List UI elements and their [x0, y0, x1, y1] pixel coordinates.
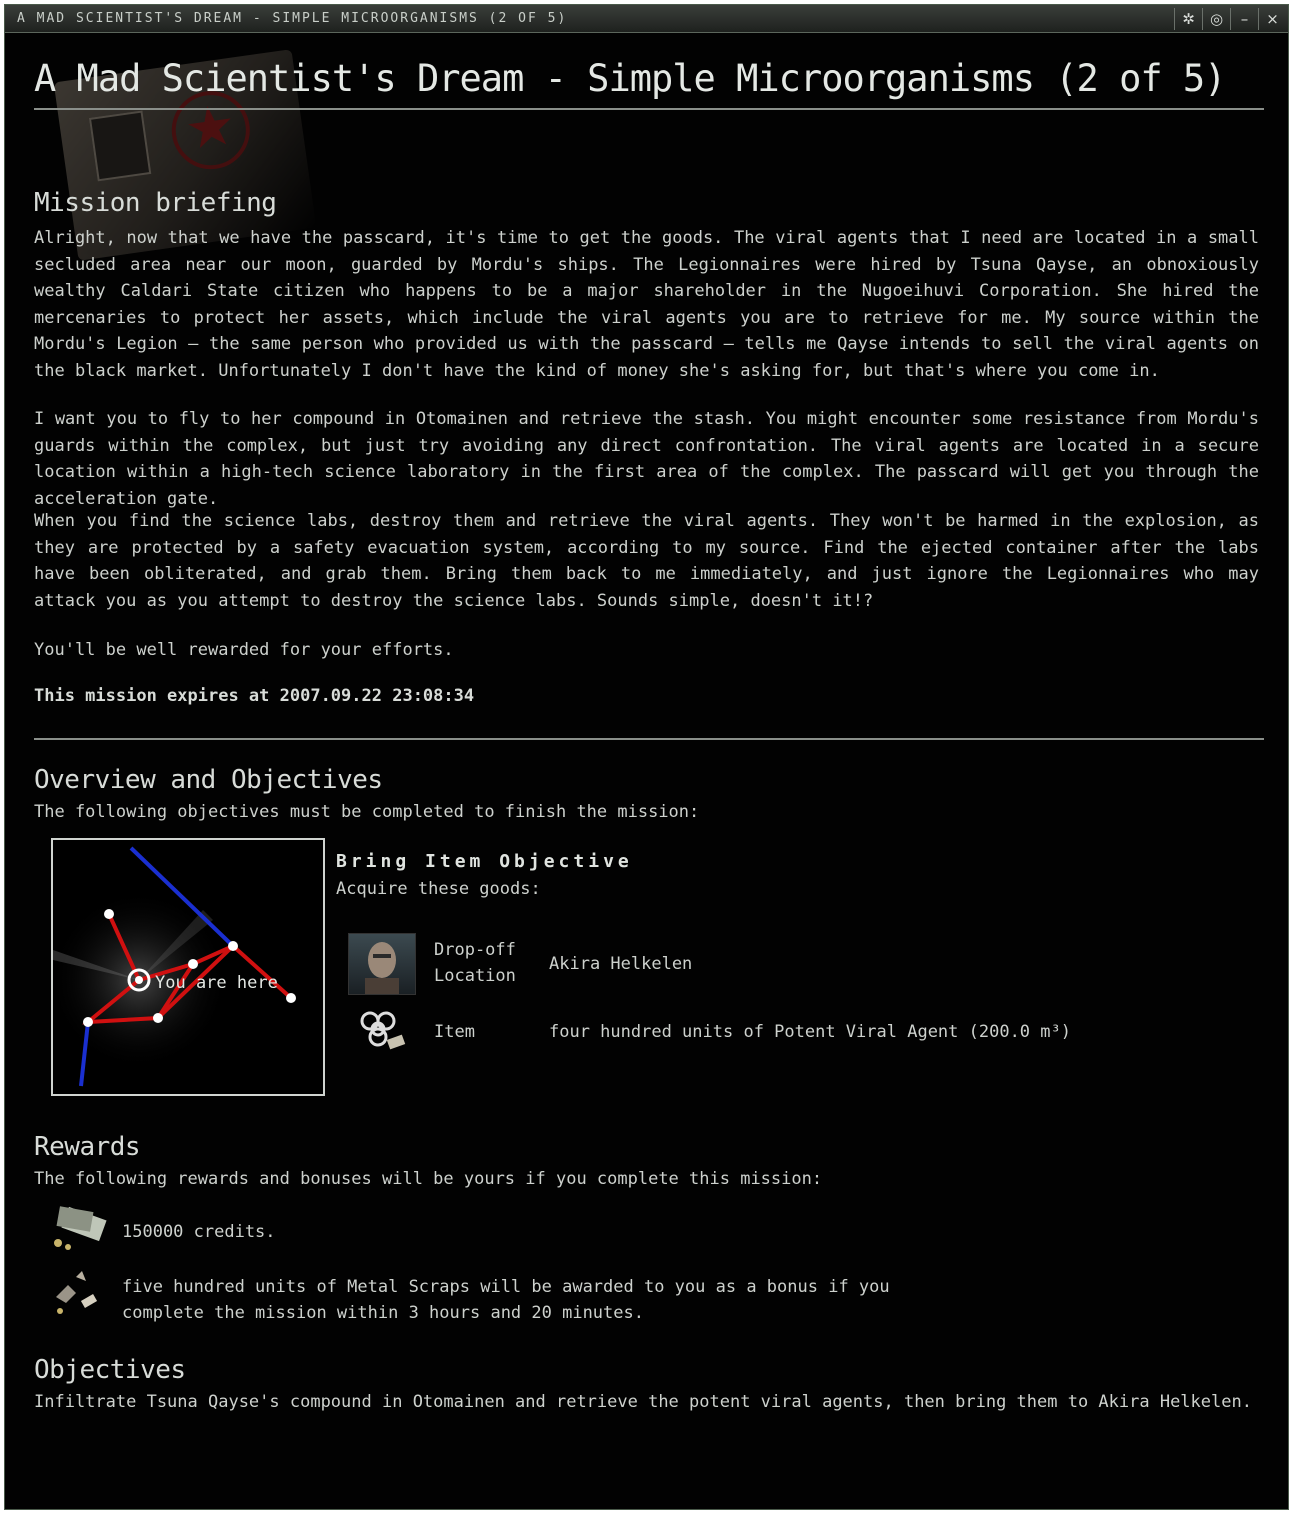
dropoff-label: Drop-off Location — [434, 937, 516, 989]
item-value[interactable]: four hundred units of Potent Viral Agent… — [549, 1019, 1071, 1045]
rewards-intro: The following rewards and bonuses will b… — [34, 1169, 823, 1189]
overview-intro: The following objectives must be complet… — [34, 802, 700, 822]
reward-bonus-line: five hundred units of Metal Scraps will … — [122, 1277, 890, 1297]
dropoff-label-line: Location — [434, 966, 516, 986]
route-map-graphic: You are here — [53, 846, 296, 1087]
mission-window: A MAD SCIENTIST'S DREAM - SIMPLE MICROOR… — [4, 4, 1289, 1510]
reward-credits: 150000 credits. — [122, 1222, 276, 1242]
objective-title: Bring Item Objective — [336, 851, 633, 872]
briefing-paragraph: Alright, now that we have the passcard, … — [34, 228, 1259, 381]
reward-bonus: five hundred units of Metal Scraps will … — [122, 1274, 890, 1326]
page-title: A Mad Scientist's Dream - Simple Microor… — [34, 57, 1264, 110]
briefing-paragraph: When you find the science labs, destroy … — [34, 511, 1259, 611]
briefing-paragraph: I want you to fly to her compound in Oto… — [34, 409, 1259, 509]
window-title: A MAD SCIENTIST'S DREAM - SIMPLE MICROOR… — [17, 11, 568, 26]
options-icon[interactable]: ✲ — [1174, 8, 1202, 30]
objectives-heading: Objectives — [34, 1355, 186, 1385]
briefing-paragraph: You'll be well rewarded for your efforts… — [34, 640, 454, 660]
pin-icon[interactable]: ◎ — [1202, 8, 1230, 30]
mission-expiry: This mission expires at 2007.09.22 23:08… — [34, 686, 475, 706]
map-current-location-label: You are here — [155, 973, 278, 993]
rewards-heading: Rewards — [34, 1132, 141, 1162]
section-divider — [34, 738, 1264, 740]
objectives-text: Infiltrate Tsuna Qayse's compound in Oto… — [34, 1392, 1252, 1412]
biohazard-icon[interactable] — [348, 1005, 410, 1057]
close-button[interactable]: × — [1258, 8, 1286, 30]
overview-heading: Overview and Objectives — [34, 765, 383, 795]
credits-icon — [46, 1203, 108, 1255]
window-titlebar[interactable]: A MAD SCIENTIST'S DREAM - SIMPLE MICROOR… — [5, 5, 1288, 33]
portrait-image — [365, 942, 399, 994]
reward-bonus-line: complete the mission within 3 hours and … — [122, 1303, 644, 1323]
briefing-heading: Mission briefing — [34, 188, 277, 218]
dropoff-label-line: Drop-off — [434, 940, 516, 960]
id-photo — [88, 110, 152, 182]
agent-portrait-avatar[interactable] — [348, 933, 416, 995]
metal-scraps-icon — [46, 1267, 108, 1319]
item-label: Item — [434, 1022, 475, 1042]
dropoff-agent-link[interactable]: Akira Helkelen — [549, 951, 692, 977]
route-map[interactable]: You are here — [51, 838, 325, 1096]
objective-subtitle: Acquire these goods: — [336, 879, 541, 899]
minimize-button[interactable]: – — [1230, 8, 1258, 30]
